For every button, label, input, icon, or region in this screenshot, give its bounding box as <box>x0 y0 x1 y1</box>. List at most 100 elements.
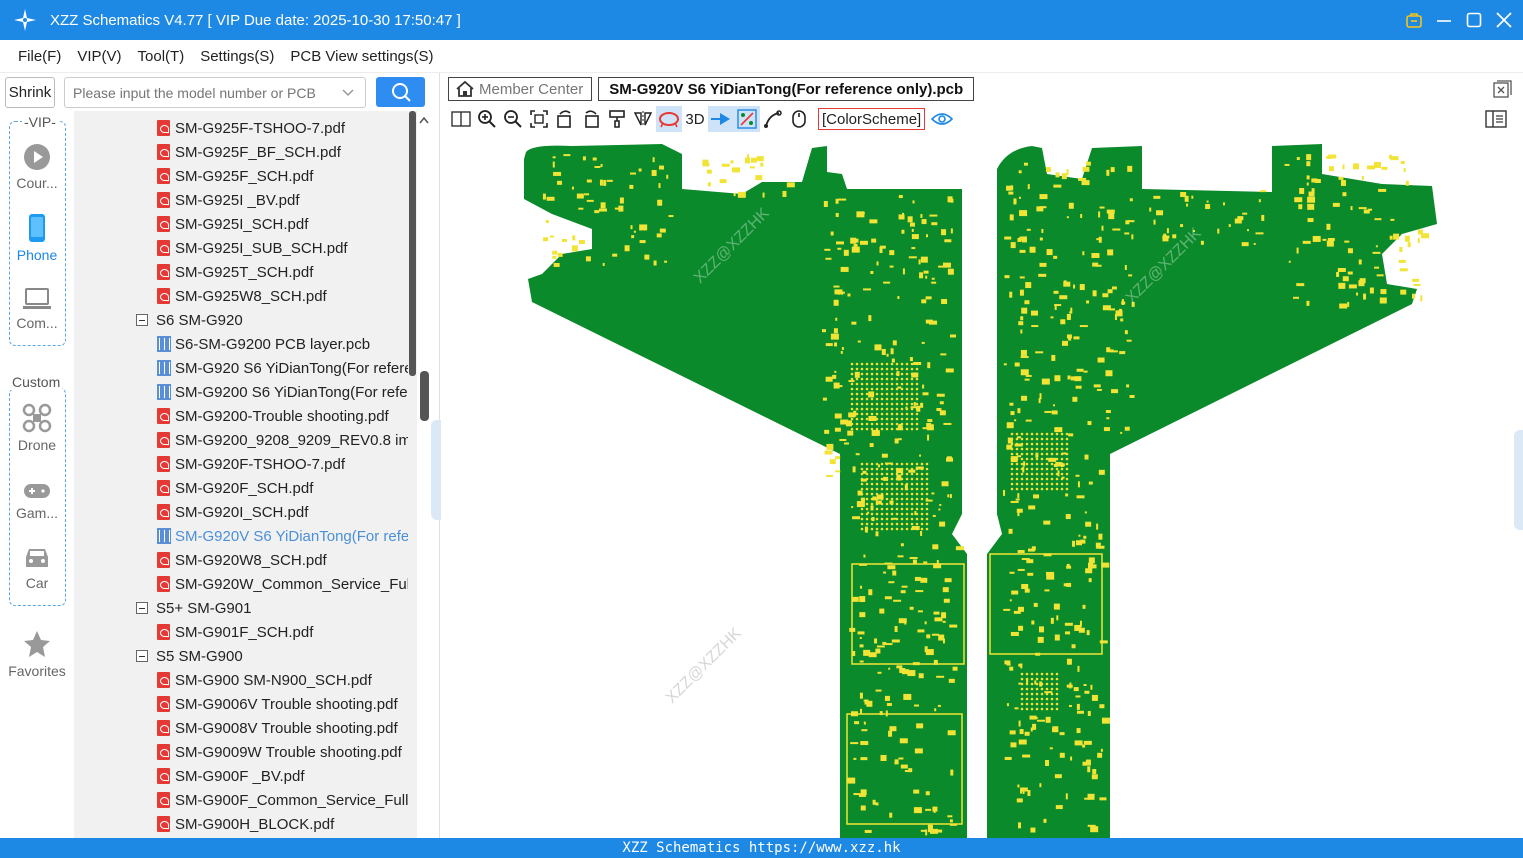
rotate-right-icon <box>585 110 599 128</box>
right-panel-handle[interactable] <box>1514 430 1523 530</box>
tree-file[interactable]: SM-G925F-TSHOO-7.pdf <box>157 116 417 140</box>
collapse-icon <box>136 650 148 662</box>
tree-item-label: SM-G925F_SCH.pdf <box>175 167 314 185</box>
tree-file[interactable]: S6-SM-G9200 PCB layer.pcb <box>157 332 417 356</box>
close-tabs-icon[interactable] <box>1493 80 1513 98</box>
category-computer[interactable]: Com... <box>0 287 74 331</box>
tree-file[interactable]: SM-G925F_BF_SCH.pdf <box>157 140 417 164</box>
tree-item-label: SM-G920W8_SCH.pdf <box>175 551 327 569</box>
color-scheme-button[interactable]: [ColorScheme] <box>818 108 926 130</box>
tree-file[interactable]: SM-G925T_SCH.pdf <box>157 260 417 284</box>
tree-file[interactable]: SM-G925W8_SCH.pdf <box>157 284 417 308</box>
menu-vip[interactable]: VIP(V) <box>77 48 121 65</box>
chevron-down-icon[interactable] <box>341 86 355 100</box>
fit-view-button[interactable] <box>526 106 552 132</box>
rotate-left-icon <box>557 110 571 128</box>
close-button[interactable] <box>1495 11 1513 29</box>
shrink-button[interactable]: Shrink <box>5 77 55 108</box>
pcb-file-icon <box>157 360 171 376</box>
tab-active-pcb[interactable]: SM-G920V S6 YiDianTong(For reference onl… <box>598 77 975 101</box>
tree-file[interactable]: SM-G920V S6 YiDianTong(For reference onl… <box>157 524 417 548</box>
category-car[interactable]: Car <box>0 545 74 591</box>
3d-view-button[interactable]: 3D <box>682 106 708 132</box>
menu-tool[interactable]: Tool(T) <box>138 48 185 65</box>
tree-file[interactable]: SM-G9200_9208_9209_REV0.8 image.pdf <box>157 428 417 452</box>
tree-file[interactable]: SM-G920W_Common_Service_Full_SCH.pdf <box>157 572 417 596</box>
tree-file[interactable]: SM-G920I_SCH.pdf <box>157 500 417 524</box>
tree-file[interactable]: SM-G900F _BV.pdf <box>157 764 417 788</box>
tree-file[interactable]: SM-G925I_SCH.pdf <box>157 212 417 236</box>
pcb-canvas[interactable]: XZZ@XZZHK XZZ@XZZHK XZZ@XZZHK XZZ@XZZHK <box>442 134 1523 838</box>
pdf-file-icon <box>157 696 170 712</box>
category-favorites[interactable]: Favorites <box>0 629 74 679</box>
outer-scrollbar[interactable] <box>420 371 429 421</box>
tree-file[interactable]: SM-G9200-Trouble shooting.pdf <box>157 404 417 428</box>
search-box[interactable] <box>64 77 366 108</box>
tab-member-center[interactable]: Member Center <box>448 77 593 101</box>
pdf-file-icon <box>157 192 170 208</box>
rotate-right-button[interactable] <box>578 106 604 132</box>
scroll-up-icon[interactable] <box>418 115 430 125</box>
collapse-icon <box>136 602 148 614</box>
category-computer-label: Com... <box>16 315 58 331</box>
category-phone[interactable]: Phone <box>0 213 74 263</box>
star-icon <box>24 631 50 657</box>
pcb-file-icon <box>157 384 171 400</box>
format-brush-button[interactable] <box>604 106 630 132</box>
category-courses[interactable]: Cour... <box>0 143 74 191</box>
tree-item-label: SM-G925I _BV.pdf <box>175 191 300 209</box>
net-view-button[interactable] <box>734 106 760 132</box>
pdf-file-icon <box>157 624 170 640</box>
visibility-button[interactable] <box>929 106 955 132</box>
category-drone[interactable]: Drone <box>0 403 74 453</box>
mouse-mode-button[interactable] <box>786 106 812 132</box>
side-panel-toggle-icon[interactable] <box>1485 110 1507 128</box>
rotate-left-button[interactable] <box>552 106 578 132</box>
trace-button[interactable] <box>760 106 786 132</box>
tree-item-label: S5 SM-G900 <box>156 647 243 665</box>
tree-file[interactable]: SM-G925I_SUB_SCH.pdf <box>157 236 417 260</box>
tree-file[interactable]: SM-G925I _BV.pdf <box>157 188 417 212</box>
tree-file[interactable]: SM-G900F_Common_Service_Full_SCH.pdf <box>157 788 417 812</box>
vip-bag-icon[interactable] <box>1405 11 1423 29</box>
maximize-button[interactable] <box>1465 11 1483 29</box>
tree-file[interactable]: SM-G9008V Trouble shooting.pdf <box>157 716 417 740</box>
pdf-file-icon <box>157 120 170 136</box>
menu-pcb-view-settings[interactable]: PCB View settings(S) <box>290 48 433 65</box>
mirror-button[interactable] <box>630 106 656 132</box>
tree-item-label: SM-G9200-Trouble shooting.pdf <box>175 407 389 425</box>
tree-item-label: SM-G900F _BV.pdf <box>175 767 305 785</box>
tree-file[interactable]: SM-G925F_SCH.pdf <box>157 164 417 188</box>
split-view-button[interactable] <box>448 106 474 132</box>
category-gaming[interactable]: Gam... <box>0 481 74 521</box>
tree-file[interactable]: SM-G9006V Trouble shooting.pdf <box>157 692 417 716</box>
zoom-out-button[interactable] <box>500 106 526 132</box>
highlight-button[interactable] <box>656 106 682 132</box>
tree-file[interactable]: SM-G920W8_SCH.pdf <box>157 548 417 572</box>
vip-group-label: -VIP- <box>22 114 58 130</box>
minimize-button[interactable] <box>1435 11 1453 29</box>
zoom-in-button[interactable] <box>474 106 500 132</box>
tree-file[interactable]: SM-G9009W Trouble shooting.pdf <box>157 740 417 764</box>
tree-item-label: S6-SM-G9200 PCB layer.pcb <box>175 335 371 353</box>
tree-item-label: S6 SM-G920 <box>156 311 243 329</box>
tree-folder[interactable]: S5 SM-G900 <box>136 644 417 668</box>
search-input[interactable] <box>73 84 333 101</box>
tree-folder[interactable]: S6 SM-G920 <box>136 308 417 332</box>
pin-mode-button[interactable] <box>708 106 734 132</box>
tree-file[interactable]: SM-G901F_SCH.pdf <box>157 620 417 644</box>
search-button[interactable] <box>376 77 425 107</box>
menu-file[interactable]: File(F) <box>18 48 61 65</box>
tree-file[interactable]: SM-G920 S6 YiDianTong(For reference only… <box>157 356 417 380</box>
tree-file[interactable]: SM-G900H_BLOCK.pdf <box>157 812 417 836</box>
tree-file[interactable]: SM-G900 SM-N900_SCH.pdf <box>157 668 417 692</box>
tree-file[interactable]: SM-G920F_SCH.pdf <box>157 476 417 500</box>
tree-scrollbar[interactable] <box>409 111 416 376</box>
tree-file[interactable]: SM-G9200 S6 YiDianTong(For reference onl… <box>157 380 417 404</box>
tree-folder[interactable]: S5+ SM-G901 <box>136 596 417 620</box>
menu-bar: File(F) VIP(V) Tool(T) Settings(S) PCB V… <box>0 40 1523 73</box>
menu-settings[interactable]: Settings(S) <box>200 48 274 65</box>
pcb-board-drawing[interactable]: XZZ@XZZHK XZZ@XZZHK XZZ@XZZHK XZZ@XZZHK <box>442 134 1523 838</box>
splitter-handle[interactable] <box>431 420 441 520</box>
tree-file[interactable]: SM-G920F-TSHOO-7.pdf <box>157 452 417 476</box>
